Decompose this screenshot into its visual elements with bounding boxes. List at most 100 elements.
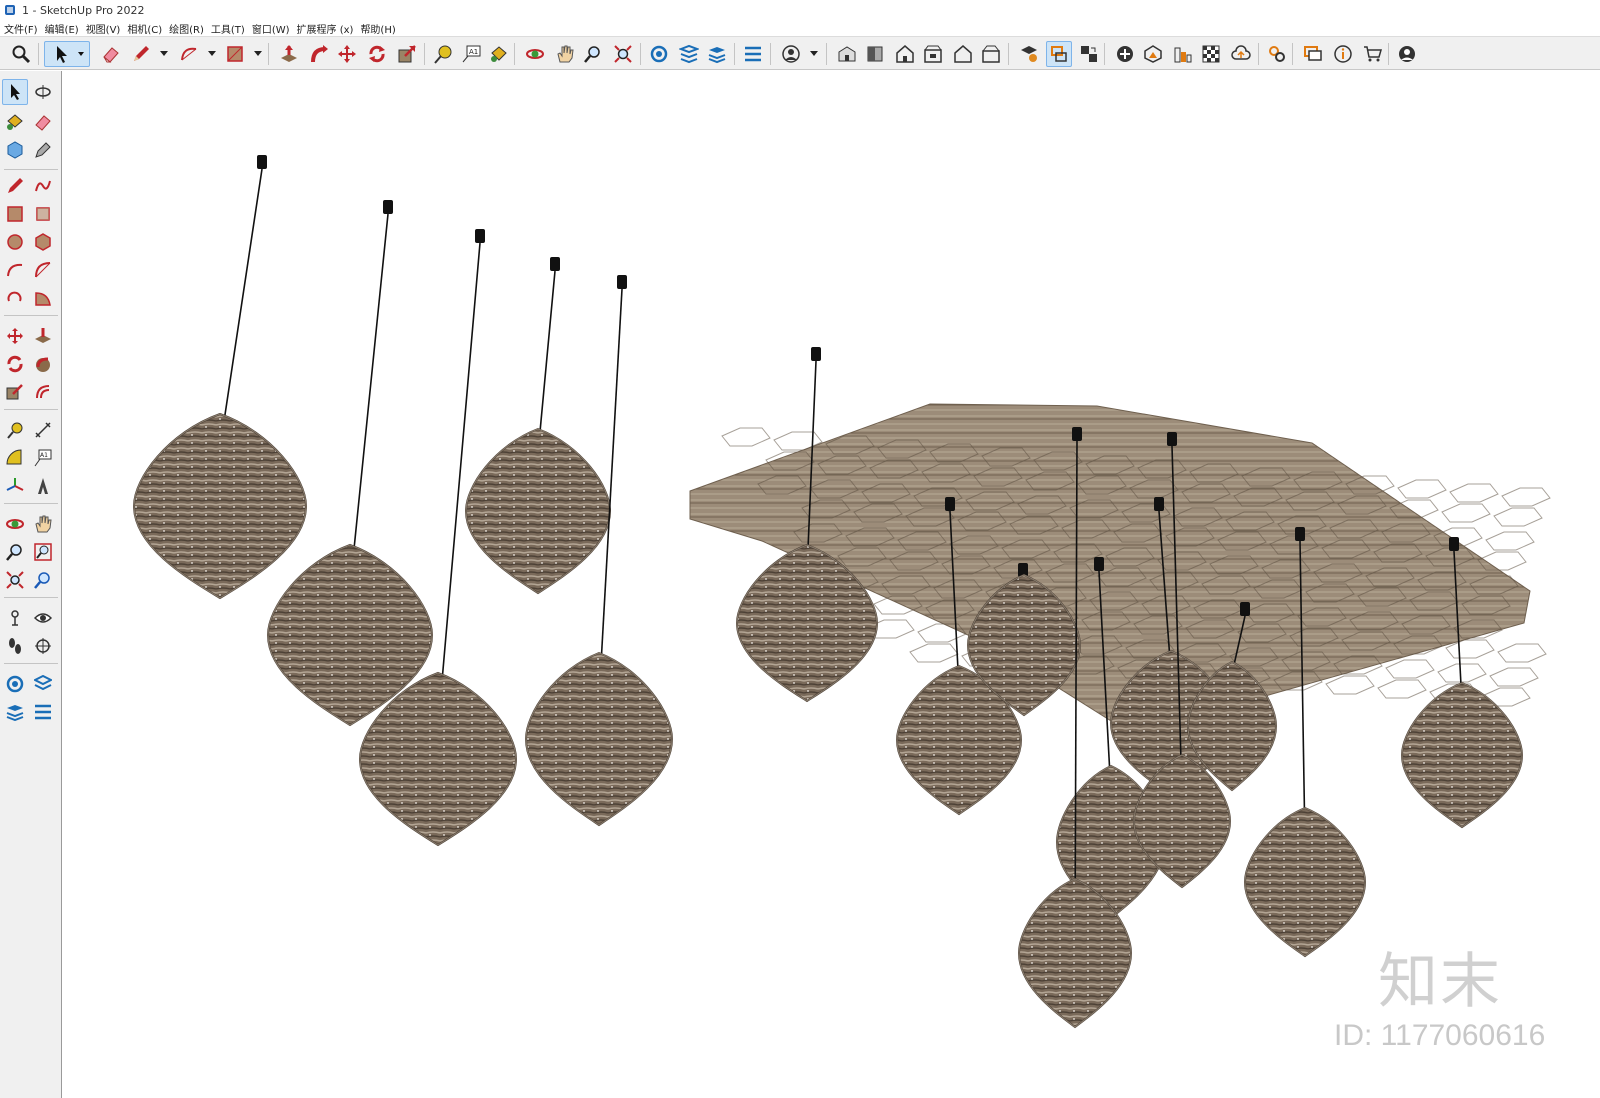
- follow-me-icon[interactable]: [30, 351, 56, 377]
- previous-view-icon[interactable]: [30, 567, 56, 593]
- move-icon[interactable]: [2, 323, 28, 349]
- checker-icon[interactable]: [1198, 41, 1224, 67]
- rectangle-icon[interactable]: [2, 201, 28, 227]
- section-plane-icon[interactable]: [30, 633, 56, 659]
- sandbox-icon[interactable]: [1170, 41, 1196, 67]
- zoom-window-icon[interactable]: [580, 41, 606, 67]
- profile-icon[interactable]: [1394, 41, 1420, 67]
- 3d-text-icon[interactable]: [30, 473, 56, 499]
- eraser-icon[interactable]: [98, 41, 124, 67]
- follow-me-icon[interactable]: [306, 41, 332, 67]
- menu-file[interactable]: 文件(F): [4, 21, 45, 36]
- menu-window[interactable]: 窗口(W): [252, 21, 297, 36]
- pencil-dropdown-icon[interactable]: [160, 51, 168, 56]
- share-component-icon[interactable]: [30, 671, 56, 697]
- pencil-icon[interactable]: [128, 41, 154, 67]
- pencil-icon[interactable]: [2, 173, 28, 199]
- eraser-icon[interactable]: [30, 109, 56, 135]
- menu-camera[interactable]: 相机(C): [127, 21, 169, 36]
- walk-icon[interactable]: [2, 633, 28, 659]
- section-display-icon[interactable]: [1076, 41, 1102, 67]
- rotate-icon[interactable]: [364, 41, 390, 67]
- rectangle-dropdown-icon[interactable]: [254, 51, 262, 56]
- push-pull-icon[interactable]: [276, 41, 302, 67]
- warehouse-icon[interactable]: [2, 671, 28, 697]
- text-icon[interactable]: A1: [30, 445, 56, 471]
- back-view-icon[interactable]: [950, 41, 976, 67]
- menu-tools[interactable]: 工具(T): [211, 21, 252, 36]
- tag-icon[interactable]: [30, 137, 56, 163]
- layout-icon[interactable]: [30, 699, 56, 725]
- zoom-extents-icon[interactable]: [2, 567, 28, 593]
- arc-icon[interactable]: [2, 257, 28, 283]
- rattan-pendant-lamp: [524, 651, 674, 827]
- pie-icon[interactable]: [30, 285, 56, 311]
- warehouse-icon[interactable]: [646, 41, 672, 67]
- top-view-icon[interactable]: [862, 41, 888, 67]
- scale-icon[interactable]: [394, 41, 420, 67]
- honeycomb-cell: [1441, 503, 1491, 523]
- tape-measure-icon[interactable]: [2, 417, 28, 443]
- menu-extensions[interactable]: 扩展程序 (x): [297, 21, 361, 36]
- layout-icon[interactable]: [740, 41, 766, 67]
- look-around-icon[interactable]: [30, 605, 56, 631]
- three-point-arc-icon[interactable]: [2, 285, 28, 311]
- extension-warehouse-icon[interactable]: [2, 699, 28, 725]
- protractor-icon[interactable]: [2, 445, 28, 471]
- scale-icon[interactable]: [2, 379, 28, 405]
- menu-edit[interactable]: 编辑(E): [45, 21, 86, 36]
- component-icon[interactable]: [2, 137, 28, 163]
- pan-icon[interactable]: [30, 511, 56, 537]
- select-arrow-icon[interactable]: [44, 41, 90, 67]
- account-icon[interactable]: [778, 41, 804, 67]
- paint-bucket-icon[interactable]: [486, 41, 512, 67]
- front-view-icon[interactable]: [892, 41, 918, 67]
- offset-icon[interactable]: [30, 379, 56, 405]
- paint-bucket-icon[interactable]: [2, 109, 28, 135]
- rectangle-icon[interactable]: [222, 41, 248, 67]
- pan-icon[interactable]: [552, 41, 578, 67]
- circle-icon[interactable]: [2, 229, 28, 255]
- orbit-icon[interactable]: [2, 511, 28, 537]
- message-icon[interactable]: [1300, 41, 1326, 67]
- text-icon[interactable]: A1: [458, 41, 484, 67]
- polygon-icon[interactable]: [30, 229, 56, 255]
- freehand-icon[interactable]: [30, 173, 56, 199]
- left-view-icon[interactable]: [978, 41, 1004, 67]
- rotated-rectangle-icon[interactable]: [30, 201, 56, 227]
- section-plane-icon[interactable]: [1046, 41, 1072, 67]
- zoom-icon[interactable]: [8, 41, 34, 67]
- account-dropdown-icon[interactable]: [810, 51, 818, 56]
- iso-view-icon[interactable]: [834, 41, 860, 67]
- info-icon[interactable]: [1330, 41, 1356, 67]
- two-point-arc-icon[interactable]: [30, 257, 56, 283]
- right-view-icon[interactable]: [920, 41, 946, 67]
- dimension-icon[interactable]: [30, 417, 56, 443]
- zoom-icon[interactable]: [2, 539, 28, 565]
- menu-view[interactable]: 视图(V): [86, 21, 128, 36]
- settings-icon[interactable]: [1264, 41, 1290, 67]
- push-pull-icon[interactable]: [30, 323, 56, 349]
- share-component-icon[interactable]: [676, 41, 702, 67]
- drawing-viewport[interactable]: 知末 ID: 1177060616: [62, 71, 1600, 1098]
- zoom-extents-icon[interactable]: [610, 41, 636, 67]
- cart-icon[interactable]: [1360, 41, 1386, 67]
- position-camera-icon[interactable]: [2, 605, 28, 631]
- axes-icon[interactable]: [2, 473, 28, 499]
- tape-measure-icon[interactable]: [430, 41, 456, 67]
- terrain-icon[interactable]: [1140, 41, 1166, 67]
- arc-dropdown-icon[interactable]: [208, 51, 216, 56]
- rotate-icon[interactable]: [2, 351, 28, 377]
- zoom-window-icon[interactable]: [30, 539, 56, 565]
- menu-draw[interactable]: 绘图(R): [169, 21, 211, 36]
- add-location-icon[interactable]: [1112, 41, 1138, 67]
- select-arrow-icon[interactable]: [2, 79, 28, 105]
- menu-help[interactable]: 帮助(H): [360, 21, 402, 36]
- arc-icon[interactable]: [176, 41, 202, 67]
- styles-icon[interactable]: [1016, 41, 1042, 67]
- cloud-icon[interactable]: [1228, 41, 1254, 67]
- extension-warehouse-icon[interactable]: [704, 41, 730, 67]
- orbit-component-icon[interactable]: [30, 79, 56, 105]
- move-icon[interactable]: [334, 41, 360, 67]
- orbit-icon[interactable]: [522, 41, 548, 67]
